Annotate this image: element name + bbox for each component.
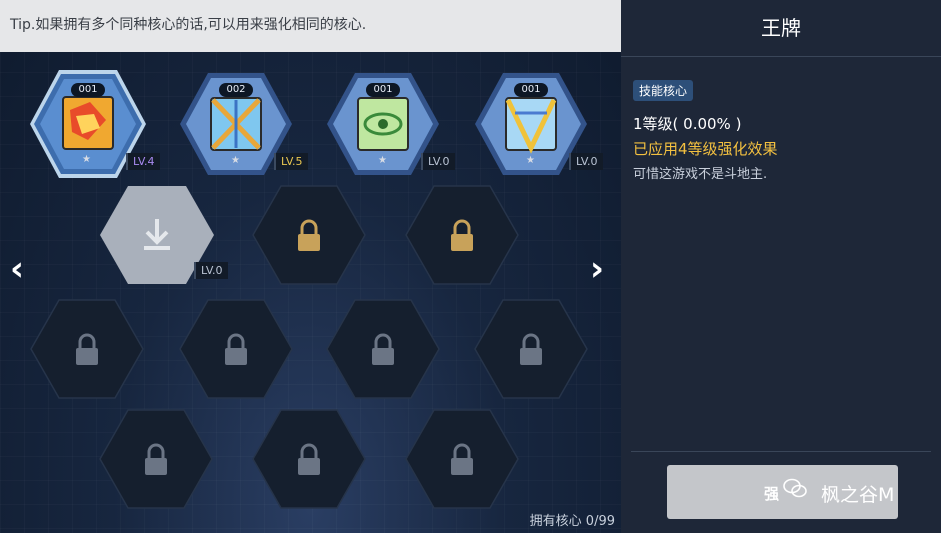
enhance-button-label: 强 [764,485,780,503]
core-board: Tip.如果拥有多个同种核心的话,可以用来强化相同的核心. 001 ★ LV.4 [0,0,621,533]
next-page-arrow-icon[interactable]: › [590,252,604,286]
core-id-badge: 001 [514,83,548,97]
star-icon: ★ [526,155,535,166]
locked-slot [405,185,519,285]
wechat-icon [783,478,807,498]
locked-slot [30,299,144,399]
locked-slot [252,185,366,285]
locked-slot [252,409,366,509]
core-level-label: LV.5 [274,153,308,170]
core-level-label: LV.0 [569,153,603,170]
core-type-tag: 技能核心 [633,80,694,101]
core-level-label: LV.4 [126,153,160,170]
core-level-label: LV.0 [421,153,455,170]
detail-panel: 王牌 技能核心 1等级( 0.00% ) 已应用4等级强化效果 可惜这游戏不是斗… [621,0,941,533]
owned-core-count: 拥有核心 0/99 [529,514,615,529]
locked-slot [179,299,293,399]
core-id-badge: 002 [219,83,253,97]
core-id-badge: 001 [71,83,105,97]
locked-slot [326,299,440,399]
star-icon: ★ [378,155,387,166]
watermark-text: 枫之谷M [821,484,895,506]
divider [631,451,931,452]
locked-slot [405,409,519,509]
applied-effect-text: 已应用4等级强化效果 [633,140,778,158]
locked-slot [474,299,588,399]
star-icon: ★ [82,154,91,165]
locked-slot [99,409,213,509]
core-level-text: 1等级( 0.00% ) [633,115,742,133]
core-id-badge: 001 [366,83,400,97]
panel-title: 王牌 [621,0,941,57]
core-description: 可惜这游戏不是斗地主. [633,167,768,182]
core-level-label: LV.0 [194,262,228,279]
prev-page-arrow-icon[interactable]: ‹ [10,252,24,286]
core-screen: Tip.如果拥有多个同种核心的话,可以用来强化相同的核心. 001 ★ LV.4 [0,0,941,533]
star-icon: ★ [231,155,240,166]
tip-bar: Tip.如果拥有多个同种核心的话,可以用来强化相同的核心. [0,0,621,52]
